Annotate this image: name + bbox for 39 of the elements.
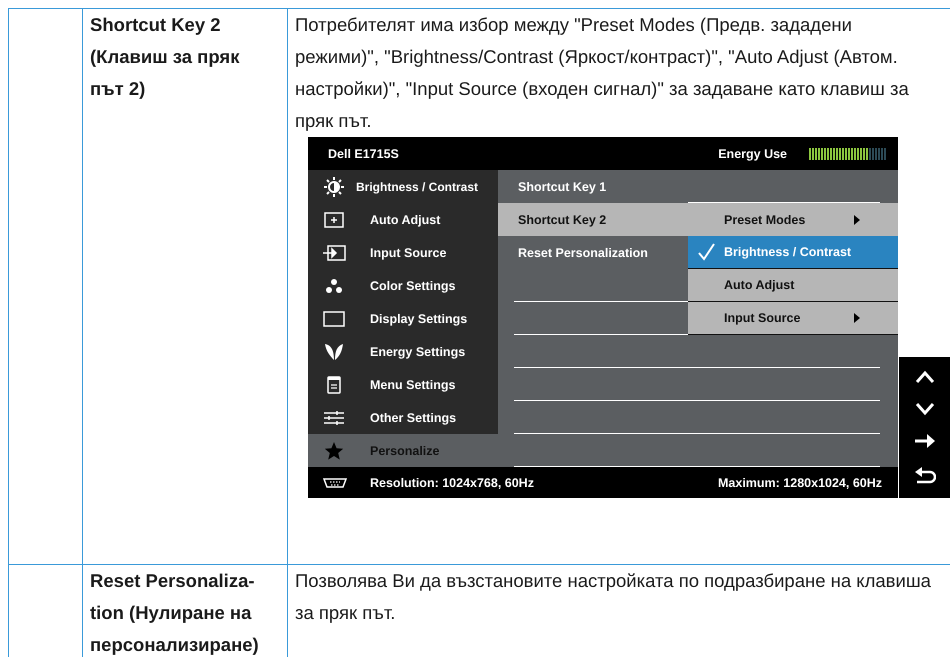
triangle-right-icon bbox=[854, 313, 860, 323]
setting-name: Reset Personaliza-tion (Нулиране на персонализиране) bbox=[89, 569, 260, 657]
vga-connector-icon bbox=[322, 476, 348, 488]
osd-menu-item[interactable]: Brightness / Contrast bbox=[308, 170, 498, 203]
monitor-model: Dell E1715S bbox=[328, 146, 400, 160]
return-arrow-icon[interactable] bbox=[914, 467, 936, 486]
energy-use-label: Energy Use bbox=[718, 146, 787, 160]
triangle-right-icon bbox=[854, 214, 860, 224]
osd-option-item[interactable]: Auto Adjust bbox=[688, 269, 898, 302]
three-dots-icon bbox=[325, 278, 343, 294]
setting-name: Shortcut Key 2 (Клавиш за пряк път 2) bbox=[89, 13, 240, 101]
sun-icon bbox=[323, 176, 345, 198]
star-icon bbox=[324, 440, 344, 460]
maximum-resolution-text: Maximum: 1280x1024, 60Hz bbox=[718, 476, 882, 490]
rectangle-icon bbox=[323, 310, 345, 326]
right-arrow-icon[interactable] bbox=[914, 433, 936, 450]
osd-menu-item[interactable]: Display Settings bbox=[308, 302, 498, 335]
osd-submenu-item[interactable]: Shortcut Key 2 bbox=[498, 203, 688, 236]
osd-option-item[interactable]: Input Source bbox=[688, 302, 898, 335]
osd-menu-item[interactable]: Menu Settings bbox=[308, 368, 498, 401]
frame-plus-icon bbox=[324, 212, 344, 228]
osd-submenu-item[interactable]: Shortcut Key 1 bbox=[498, 170, 688, 203]
sliders-icon bbox=[323, 410, 345, 426]
osd-menu-item[interactable]: Energy Settings bbox=[308, 335, 498, 368]
chevron-up-icon[interactable] bbox=[915, 370, 935, 384]
checkmark-icon bbox=[697, 243, 715, 261]
osd-menu-item[interactable]: Color Settings bbox=[308, 269, 498, 302]
setting-description: Потребителят има избор между "Preset Modes (Предв. зададени режими)", "Brightness/Contrast (Яркост/контраст)", "Auto Adjust (Автом. настройки)", "Input Source (входен сигнал)" за задаване като клавиш за пряк път. bbox=[294, 13, 910, 133]
osd-menu-item[interactable]: Input Source bbox=[308, 236, 498, 269]
setting-description: Позволява Ви да възстановите настройката по подразбиране на клавиша за пряк път. bbox=[294, 569, 932, 625]
osd-option-item[interactable]: Brightness / Contrast bbox=[688, 236, 898, 269]
menu-icon bbox=[327, 376, 341, 394]
osd-menu-item[interactable]: Auto Adjust bbox=[308, 203, 498, 236]
chevron-down-icon[interactable] bbox=[915, 402, 935, 416]
input-arrow-icon bbox=[322, 244, 346, 260]
osd-submenu-item[interactable]: Reset Personalization bbox=[498, 236, 688, 269]
resolution-text: Resolution: 1024x768, 60Hz bbox=[370, 476, 535, 490]
osd-menu-item[interactable]: Other Settings bbox=[308, 401, 498, 434]
leaf-icon bbox=[324, 342, 344, 360]
